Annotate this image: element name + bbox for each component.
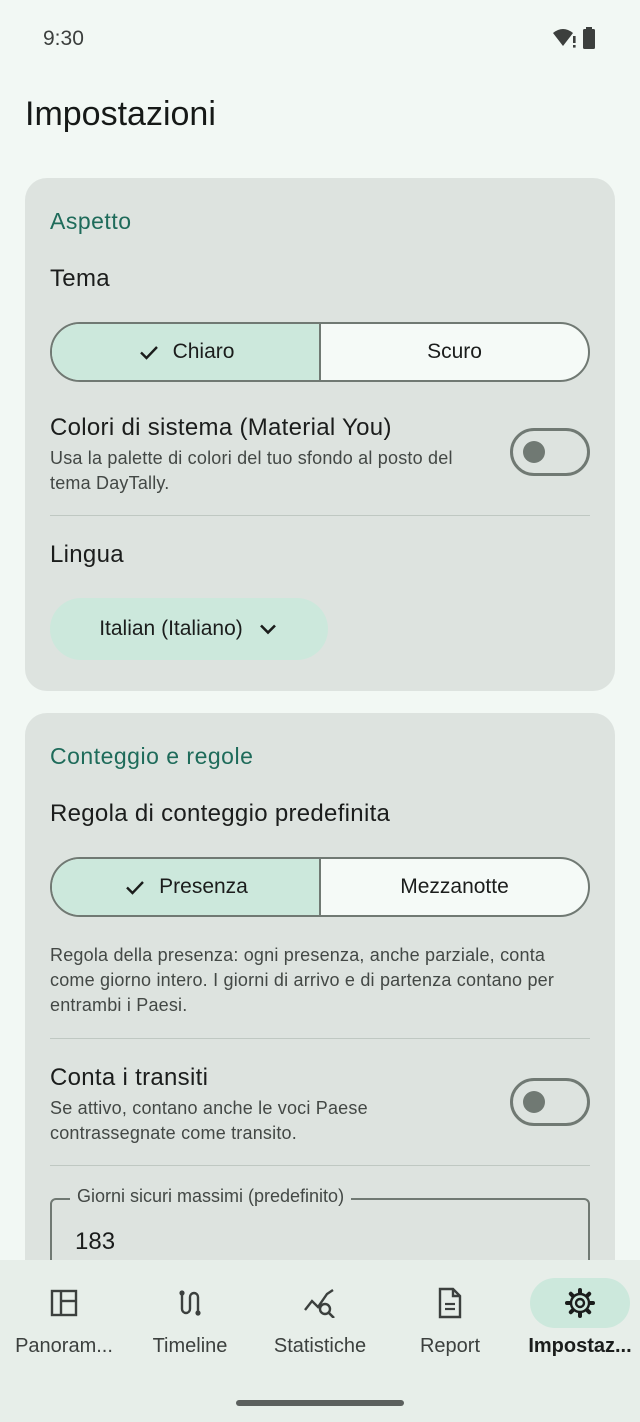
battery-icon bbox=[583, 27, 595, 49]
counting-rule-label: Regola di conteggio predefinita bbox=[50, 800, 391, 827]
stats-icon bbox=[304, 1289, 335, 1318]
rule-option-presence[interactable]: Presenza bbox=[52, 859, 321, 915]
nav-pill bbox=[400, 1278, 500, 1328]
language-dropdown[interactable]: Italian (Italiano) bbox=[50, 598, 328, 660]
nav-label: Timeline bbox=[152, 1335, 228, 1357]
transit-description: Se attivo, contano anche le voci Paese c… bbox=[50, 1098, 368, 1143]
report-icon bbox=[438, 1287, 462, 1319]
nav-label: Panoram... bbox=[15, 1335, 113, 1357]
dynamic-colors-toggle[interactable] bbox=[510, 428, 590, 476]
rule-option-midnight[interactable]: Mezzanotte bbox=[321, 859, 588, 915]
nav-item-dashboard[interactable]: Panoram... bbox=[0, 1260, 128, 1370]
theme-option-light[interactable]: Chiaro bbox=[52, 324, 321, 380]
nav-item-statistics[interactable]: Statistiche bbox=[256, 1260, 384, 1370]
bottom-navigation: Panoram... Timeline Statistiche Report I… bbox=[0, 1260, 640, 1422]
divider bbox=[50, 515, 590, 516]
max-days-value: 183 bbox=[75, 1228, 116, 1255]
nav-label: Report bbox=[419, 1335, 481, 1357]
status-bar: 9:30 bbox=[0, 0, 640, 80]
theme-segmented-control: Chiaro Scuro bbox=[50, 322, 590, 382]
status-time: 9:30 bbox=[43, 27, 84, 50]
toggle-knob bbox=[523, 441, 545, 463]
theme-option-dark[interactable]: Scuro bbox=[321, 324, 588, 380]
transit-toggle[interactable] bbox=[510, 1078, 590, 1126]
dashboard-icon bbox=[50, 1289, 78, 1317]
divider bbox=[50, 1165, 590, 1166]
gesture-bar bbox=[236, 1400, 404, 1406]
language-dropdown-value: Italian (Italiano) bbox=[99, 617, 243, 640]
check-icon bbox=[139, 346, 158, 360]
theme-option-dark-label: Scuro bbox=[427, 340, 482, 363]
nav-label: Statistiche bbox=[273, 1335, 367, 1357]
check-icon bbox=[126, 881, 145, 895]
rule-option-presence-label: Presenza bbox=[159, 875, 248, 898]
nav-item-timeline[interactable]: Timeline bbox=[126, 1260, 254, 1370]
settings-icon bbox=[565, 1288, 595, 1318]
dynamic-colors-title: Colori di sistema (Material You) bbox=[50, 414, 392, 441]
nav-pill bbox=[14, 1278, 114, 1328]
nav-item-report[interactable]: Report bbox=[386, 1260, 514, 1370]
max-days-label: Giorni sicuri massimi (predefinito) bbox=[70, 1186, 352, 1207]
rule-option-midnight-label: Mezzanotte bbox=[400, 875, 509, 898]
dynamic-colors-description: Usa la palette di colori del tuo sfondo … bbox=[50, 448, 453, 493]
status-icons bbox=[552, 27, 596, 49]
nav-label: Impostaz... bbox=[528, 1335, 632, 1357]
divider bbox=[50, 1038, 590, 1039]
toggle-knob bbox=[523, 1091, 545, 1113]
appearance-card: Aspetto Tema Chiaro Scuro Colori di sist… bbox=[25, 178, 615, 691]
chevron-down-icon bbox=[259, 624, 276, 635]
transit-title: Conta i transiti bbox=[50, 1064, 209, 1091]
appearance-section-title: Aspetto bbox=[50, 208, 132, 234]
nav-item-settings[interactable]: Impostaz... bbox=[516, 1260, 640, 1370]
nav-pill bbox=[140, 1278, 240, 1328]
wifi-alert-icon bbox=[553, 29, 576, 48]
timeline-icon bbox=[179, 1290, 201, 1316]
counting-section-title: Conteggio e regole bbox=[50, 743, 254, 769]
counting-rule-segmented-control: Presenza Mezzanotte bbox=[50, 857, 590, 917]
nav-pill bbox=[270, 1278, 370, 1328]
page-title: Impostazioni bbox=[25, 95, 216, 133]
theme-label: Tema bbox=[50, 265, 110, 292]
nav-pill bbox=[530, 1278, 630, 1328]
theme-option-light-label: Chiaro bbox=[172, 340, 235, 363]
counting-rule-description: Regola della presenza: ogni presenza, an… bbox=[50, 945, 555, 1015]
language-label: Lingua bbox=[50, 541, 124, 568]
counting-card: Conteggio e regole Regola di conteggio p… bbox=[25, 713, 615, 1353]
